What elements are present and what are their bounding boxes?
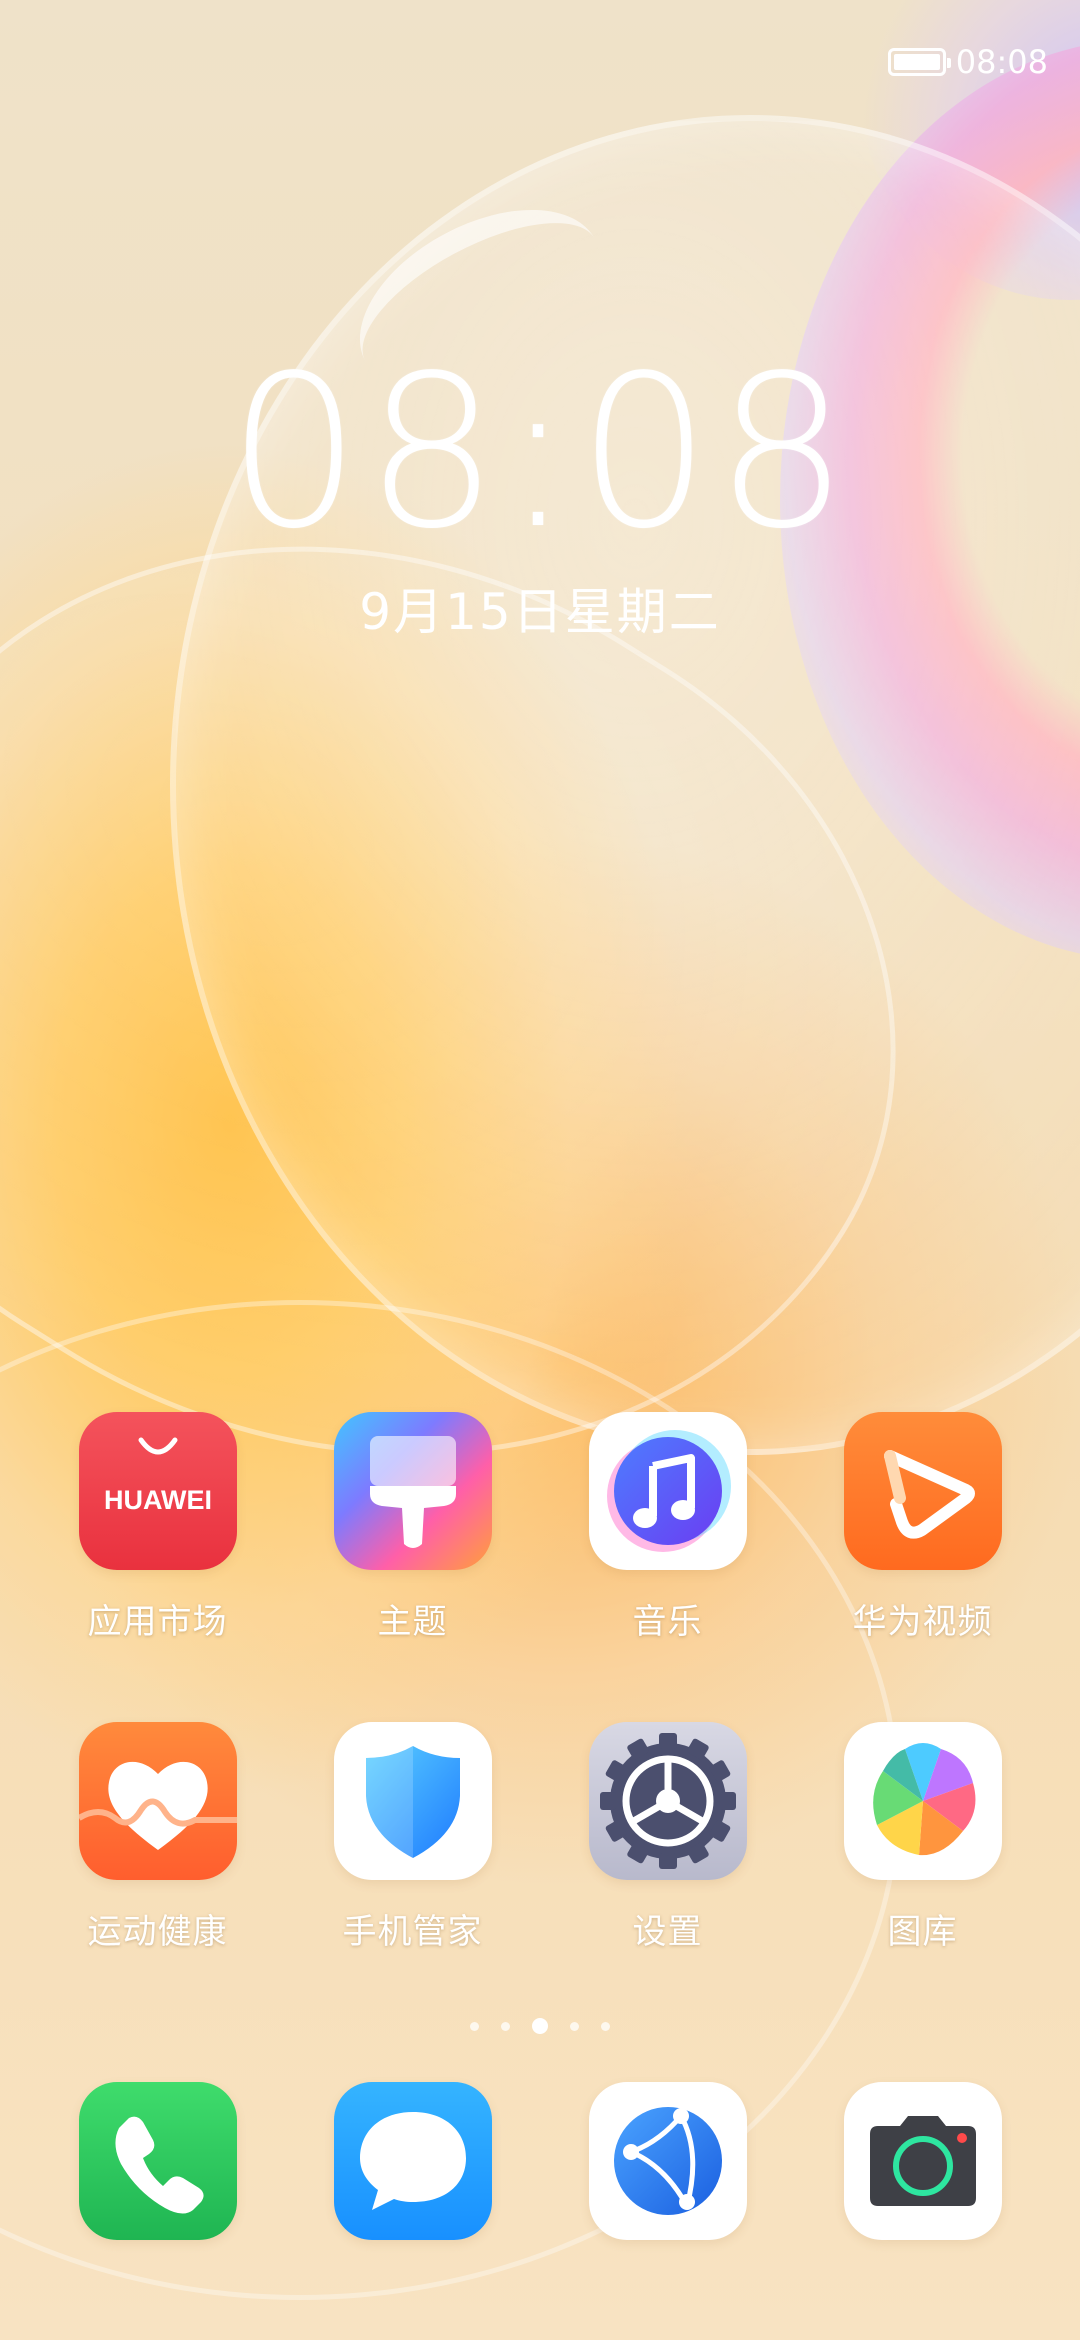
app-label: 图库 xyxy=(887,1912,958,1952)
app-gallery[interactable]: 图库 xyxy=(797,1722,1049,1953)
appgallery-icon-text: HUAWEI xyxy=(104,1485,212,1515)
app-label: 运动健康 xyxy=(87,1912,228,1952)
app-settings[interactable]: 设置 xyxy=(542,1722,794,1953)
app-label: 华为视频 xyxy=(852,1602,993,1642)
app-themes[interactable]: 主题 xyxy=(287,1412,539,1643)
appgallery-icon[interactable]: HUAWEI xyxy=(78,1412,237,1570)
app-music[interactable]: 音乐 xyxy=(542,1412,794,1643)
app-label: 主题 xyxy=(377,1602,448,1642)
app-label: 设置 xyxy=(632,1912,703,1952)
page-dot-active[interactable] xyxy=(532,2018,548,2034)
page-indicator[interactable] xyxy=(0,2018,1080,2034)
page-dot[interactable] xyxy=(601,2021,610,2031)
battery-fill xyxy=(893,54,940,70)
status-bar: 08:08 xyxy=(887,40,1048,84)
app-label: 手机管家 xyxy=(342,1912,483,1952)
battery-icon xyxy=(887,48,951,76)
page-dot[interactable] xyxy=(470,2021,479,2031)
page-dot[interactable] xyxy=(570,2021,579,2031)
app-phone-manager[interactable]: 手机管家 xyxy=(287,1722,539,1953)
dock-camera[interactable] xyxy=(797,2082,1049,2240)
app-grid-row-1: HUAWEI 应用市场 主题 音乐 华为视频 xyxy=(0,1412,1080,1643)
app-appgallery[interactable]: HUAWEI 应用市场 xyxy=(32,1412,284,1643)
page-dot[interactable] xyxy=(501,2021,510,2031)
dock-phone[interactable] xyxy=(32,2082,284,2240)
themes-brush-icon[interactable] xyxy=(333,1412,492,1570)
video-play-icon[interactable] xyxy=(843,1412,1002,1570)
status-time: 08:08 xyxy=(955,43,1048,81)
dock xyxy=(0,2082,1080,2240)
app-health[interactable]: 运动健康 xyxy=(32,1722,284,1953)
phone-icon[interactable] xyxy=(78,2082,237,2240)
dock-messages[interactable] xyxy=(287,2082,539,2240)
dock-browser[interactable] xyxy=(542,2082,794,2240)
app-label: 应用市场 xyxy=(87,1602,228,1642)
health-heart-icon[interactable] xyxy=(78,1722,237,1880)
browser-globe-icon[interactable] xyxy=(588,2082,747,2240)
clock-widget-date[interactable]: 9月15日星期二 xyxy=(0,572,1080,644)
shield-icon[interactable] xyxy=(333,1722,492,1880)
app-grid-row-2: 运动健康 手机管家 设置 图库 xyxy=(0,1722,1080,1953)
gear-icon[interactable] xyxy=(588,1722,747,1880)
app-huawei-video[interactable]: 华为视频 xyxy=(797,1412,1049,1643)
gallery-pinwheel-icon[interactable] xyxy=(843,1722,1002,1880)
music-note-icon[interactable] xyxy=(588,1412,747,1570)
clock-widget-time[interactable]: 08:08 xyxy=(0,330,1080,575)
app-label: 音乐 xyxy=(632,1602,703,1642)
message-bubble-icon[interactable] xyxy=(333,2082,492,2240)
camera-icon[interactable] xyxy=(843,2082,1002,2240)
